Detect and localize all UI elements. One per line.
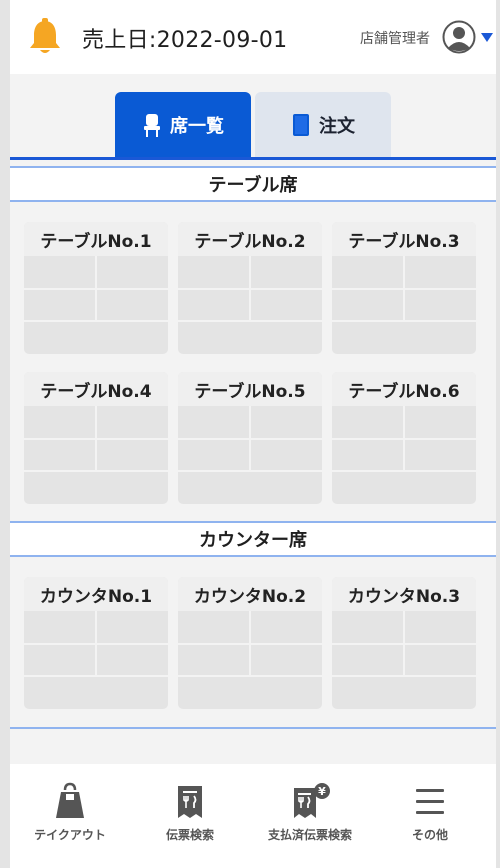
user-avatar-icon[interactable] (442, 20, 476, 54)
tab-order[interactable]: 注文 (255, 92, 391, 158)
bell-icon[interactable] (28, 18, 62, 56)
seat-card-body (332, 611, 476, 709)
seat-card-table-3[interactable]: テーブルNo.3 (332, 222, 476, 354)
section-counter-seats: カウンター席 (10, 521, 496, 557)
takeout-bag-icon (56, 782, 84, 818)
tab-bar: 席一覧 注文 (10, 92, 496, 158)
nav-more-label: その他 (411, 828, 448, 842)
seat-card-table-2[interactable]: テーブルNo.2 (178, 222, 322, 354)
seat-card-table-4[interactable]: テーブルNo.4 (24, 372, 168, 504)
tab-order-label: 注文 (319, 116, 355, 137)
seat-card-body (178, 611, 322, 709)
section-divider (10, 727, 496, 729)
book-icon (293, 114, 309, 136)
seat-card-body (332, 406, 476, 504)
tab-seat-list-label: 席一覧 (170, 116, 224, 137)
nav-more[interactable]: その他 (370, 782, 490, 843)
menu-icon (416, 789, 444, 814)
seat-card-title: カウンタNo.2 (178, 577, 322, 611)
user-role: 店舗管理者 (360, 31, 430, 47)
bottom-nav: テイクアウト 伝票検索 ¥ 支払済伝票検索 その他 (10, 764, 496, 868)
nav-paid-receipt-search[interactable]: ¥ 支払済伝票検索 (250, 782, 370, 843)
nav-receipt-search-label: 伝票検索 (165, 828, 214, 842)
seat-card-title: テーブルNo.6 (332, 372, 476, 406)
seat-card-table-6[interactable]: テーブルNo.6 (332, 372, 476, 504)
app: 売上日:2022-09-01 店舗管理者 席一覧 注文 テーブル席 テーブルNo… (0, 0, 500, 868)
seat-card-title: テーブルNo.4 (24, 372, 168, 406)
seat-card-title: カウンタNo.3 (332, 577, 476, 611)
section-table-seats: テーブル席 (10, 166, 496, 202)
seat-card-body (24, 256, 168, 354)
svg-text:¥: ¥ (318, 785, 326, 798)
chevron-down-icon[interactable] (480, 31, 494, 43)
chair-icon (144, 114, 160, 137)
receipt-search-icon (178, 786, 202, 818)
nav-receipt-search[interactable]: 伝票検索 (130, 782, 250, 843)
seat-card-body (24, 406, 168, 504)
nav-takeout[interactable]: テイクアウト (10, 782, 130, 843)
seat-card-title: テーブルNo.5 (178, 372, 322, 406)
paid-receipt-icon: ¥ (294, 783, 330, 818)
tab-underline (10, 157, 496, 160)
tab-seat-list[interactable]: 席一覧 (115, 92, 251, 158)
seat-card-body (24, 611, 168, 709)
seat-card-title: テーブルNo.1 (24, 222, 168, 256)
seat-card-table-1[interactable]: テーブルNo.1 (24, 222, 168, 354)
seat-card-title: カウンタNo.1 (24, 577, 168, 611)
seat-card-counter-3[interactable]: カウンタNo.3 (332, 577, 476, 709)
header: 売上日:2022-09-01 店舗管理者 (10, 0, 496, 74)
seat-card-table-5[interactable]: テーブルNo.5 (178, 372, 322, 504)
seat-card-title: テーブルNo.2 (178, 222, 322, 256)
seat-card-counter-2[interactable]: カウンタNo.2 (178, 577, 322, 709)
sales-date: 売上日:2022-09-01 (82, 28, 288, 53)
seat-card-title: テーブルNo.3 (332, 222, 476, 256)
nav-paid-receipt-search-label: 支払済伝票検索 (267, 828, 352, 842)
nav-takeout-label: テイクアウト (34, 828, 106, 842)
seat-card-body (178, 256, 322, 354)
seat-card-counter-1[interactable]: カウンタNo.1 (24, 577, 168, 709)
seat-card-body (332, 256, 476, 354)
seat-card-body (178, 406, 322, 504)
